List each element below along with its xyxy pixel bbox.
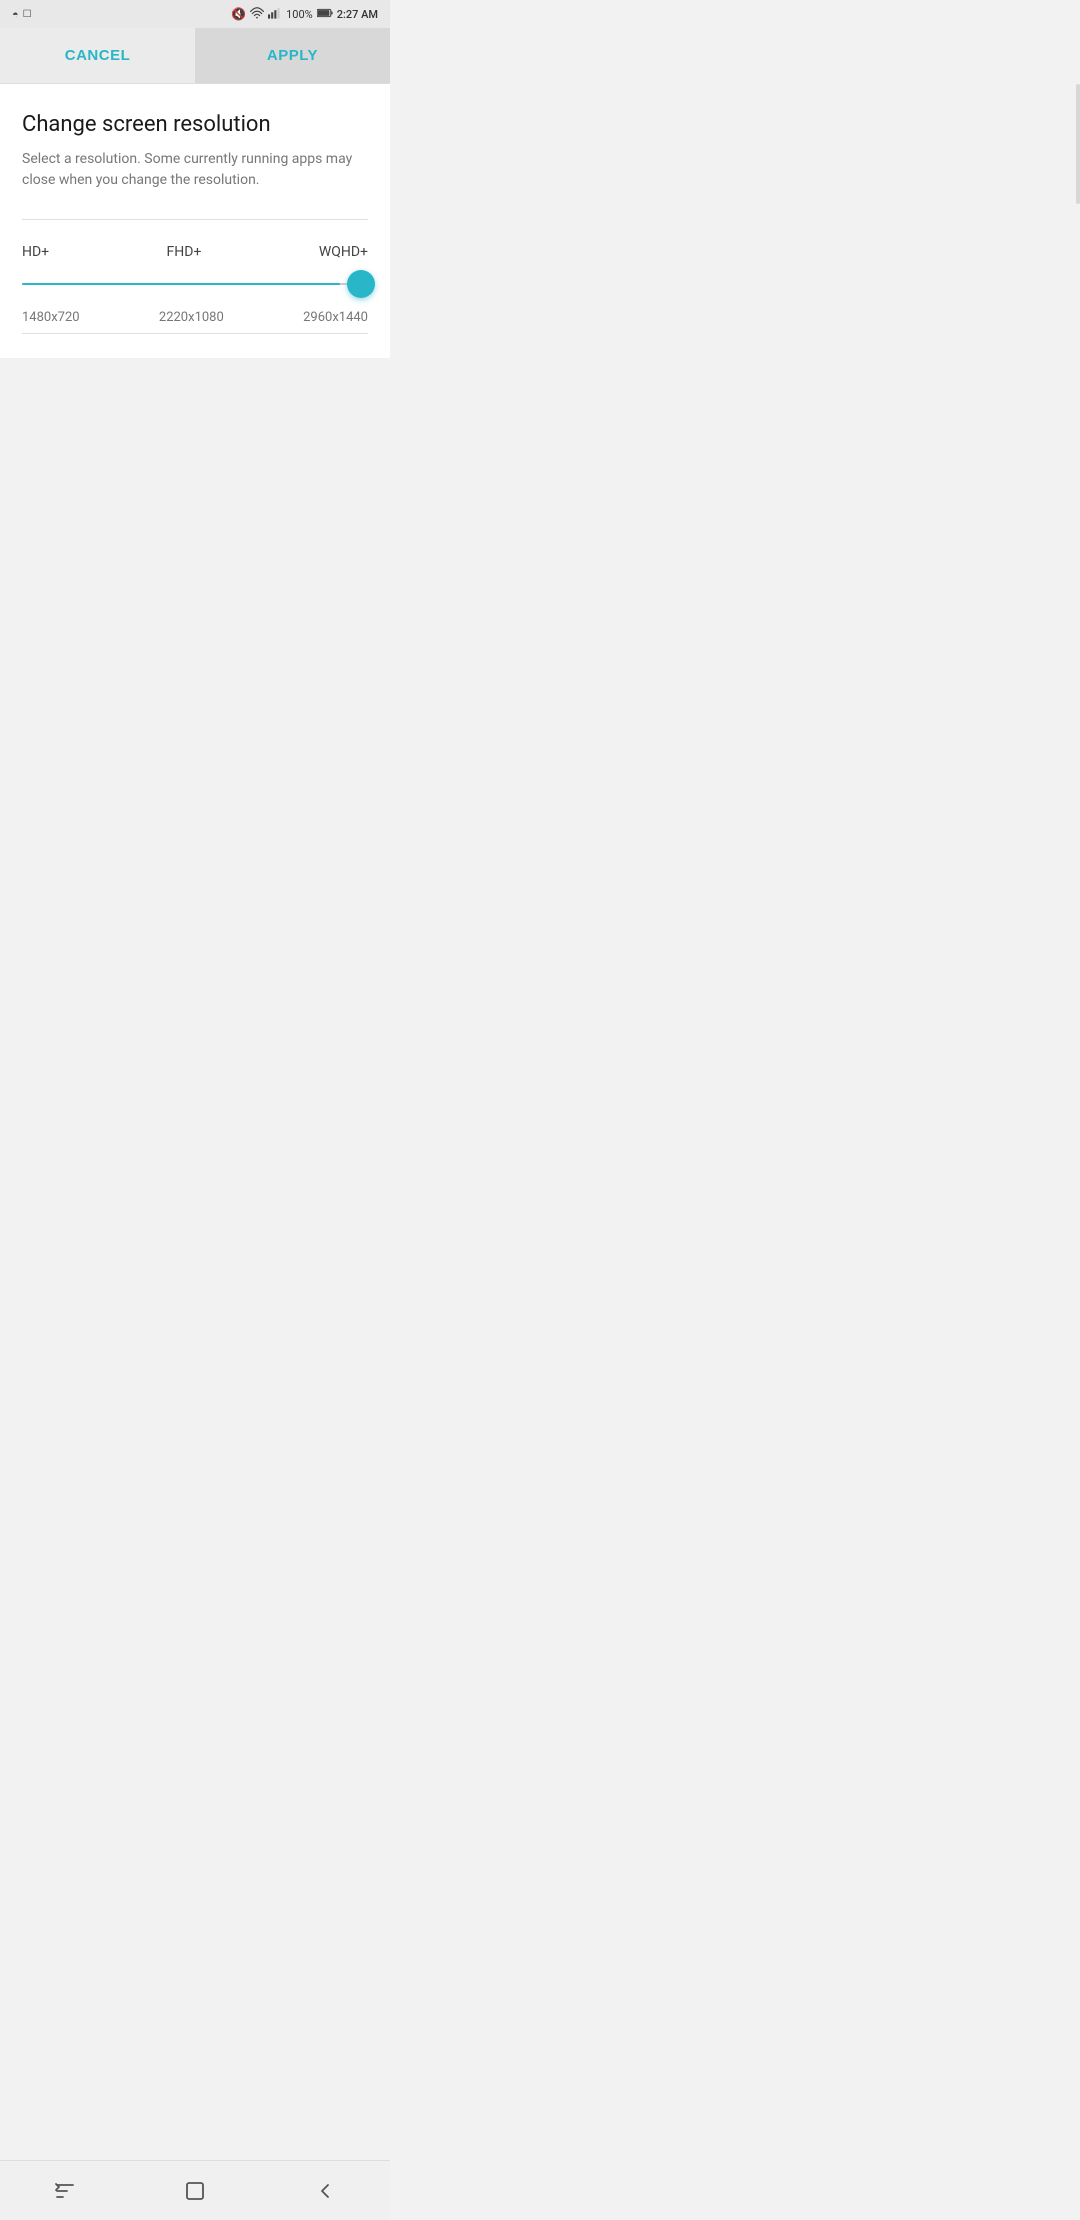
navigation-bar [0, 2160, 390, 2220]
extra-icon: ☐ [23, 9, 32, 20]
hd-label: HD+ [22, 244, 49, 260]
hd-value: 1480x720 [22, 310, 80, 325]
resolution-slider[interactable] [22, 268, 368, 300]
signal-icon [268, 7, 282, 22]
resolution-labels: HD+ FHD+ WQHD+ [22, 244, 368, 260]
fhd-label: FHD+ [167, 244, 202, 260]
home-icon [183, 2179, 207, 2203]
back-icon [313, 2179, 337, 2203]
top-divider [22, 219, 368, 220]
page-title: Change screen resolution [22, 112, 368, 137]
fhd-value: 2220x1080 [159, 310, 224, 325]
sim-icon: ◓ [12, 8, 19, 21]
battery-percentage: 100% [286, 8, 313, 21]
header: CANCEL APPLY [0, 28, 390, 84]
wqhd-value: 2960x1440 [303, 310, 368, 325]
wifi-icon [250, 7, 264, 22]
cancel-button[interactable]: CANCEL [0, 28, 195, 83]
slider-thumb[interactable] [347, 270, 375, 298]
main-content: Change screen resolution Select a resolu… [0, 84, 390, 358]
mute-icon: 🔇 [231, 7, 246, 21]
status-right-icons: 🔇 100% 2:27 AM [231, 7, 378, 22]
bottom-divider [22, 333, 368, 334]
status-left-icons: ◓ ☐ [12, 8, 32, 21]
recent-apps-icon [53, 2179, 77, 2203]
slider-fill [22, 283, 340, 285]
home-button[interactable] [175, 2171, 215, 2211]
resolution-values: 1480x720 2220x1080 2960x1440 [22, 310, 368, 325]
recent-apps-button[interactable] [45, 2171, 85, 2211]
back-button[interactable] [305, 2171, 345, 2211]
scroll-indicator [1076, 84, 1080, 204]
empty-content-area [0, 358, 390, 858]
status-bar: ◓ ☐ 🔇 100% [0, 0, 390, 28]
page-description: Select a resolution. Some currently runn… [22, 149, 368, 191]
time: 2:27 AM [337, 8, 378, 21]
battery-icon [317, 8, 333, 21]
wqhd-label: WQHD+ [319, 244, 368, 260]
apply-button[interactable]: APPLY [195, 28, 390, 83]
slider-track [22, 283, 368, 285]
